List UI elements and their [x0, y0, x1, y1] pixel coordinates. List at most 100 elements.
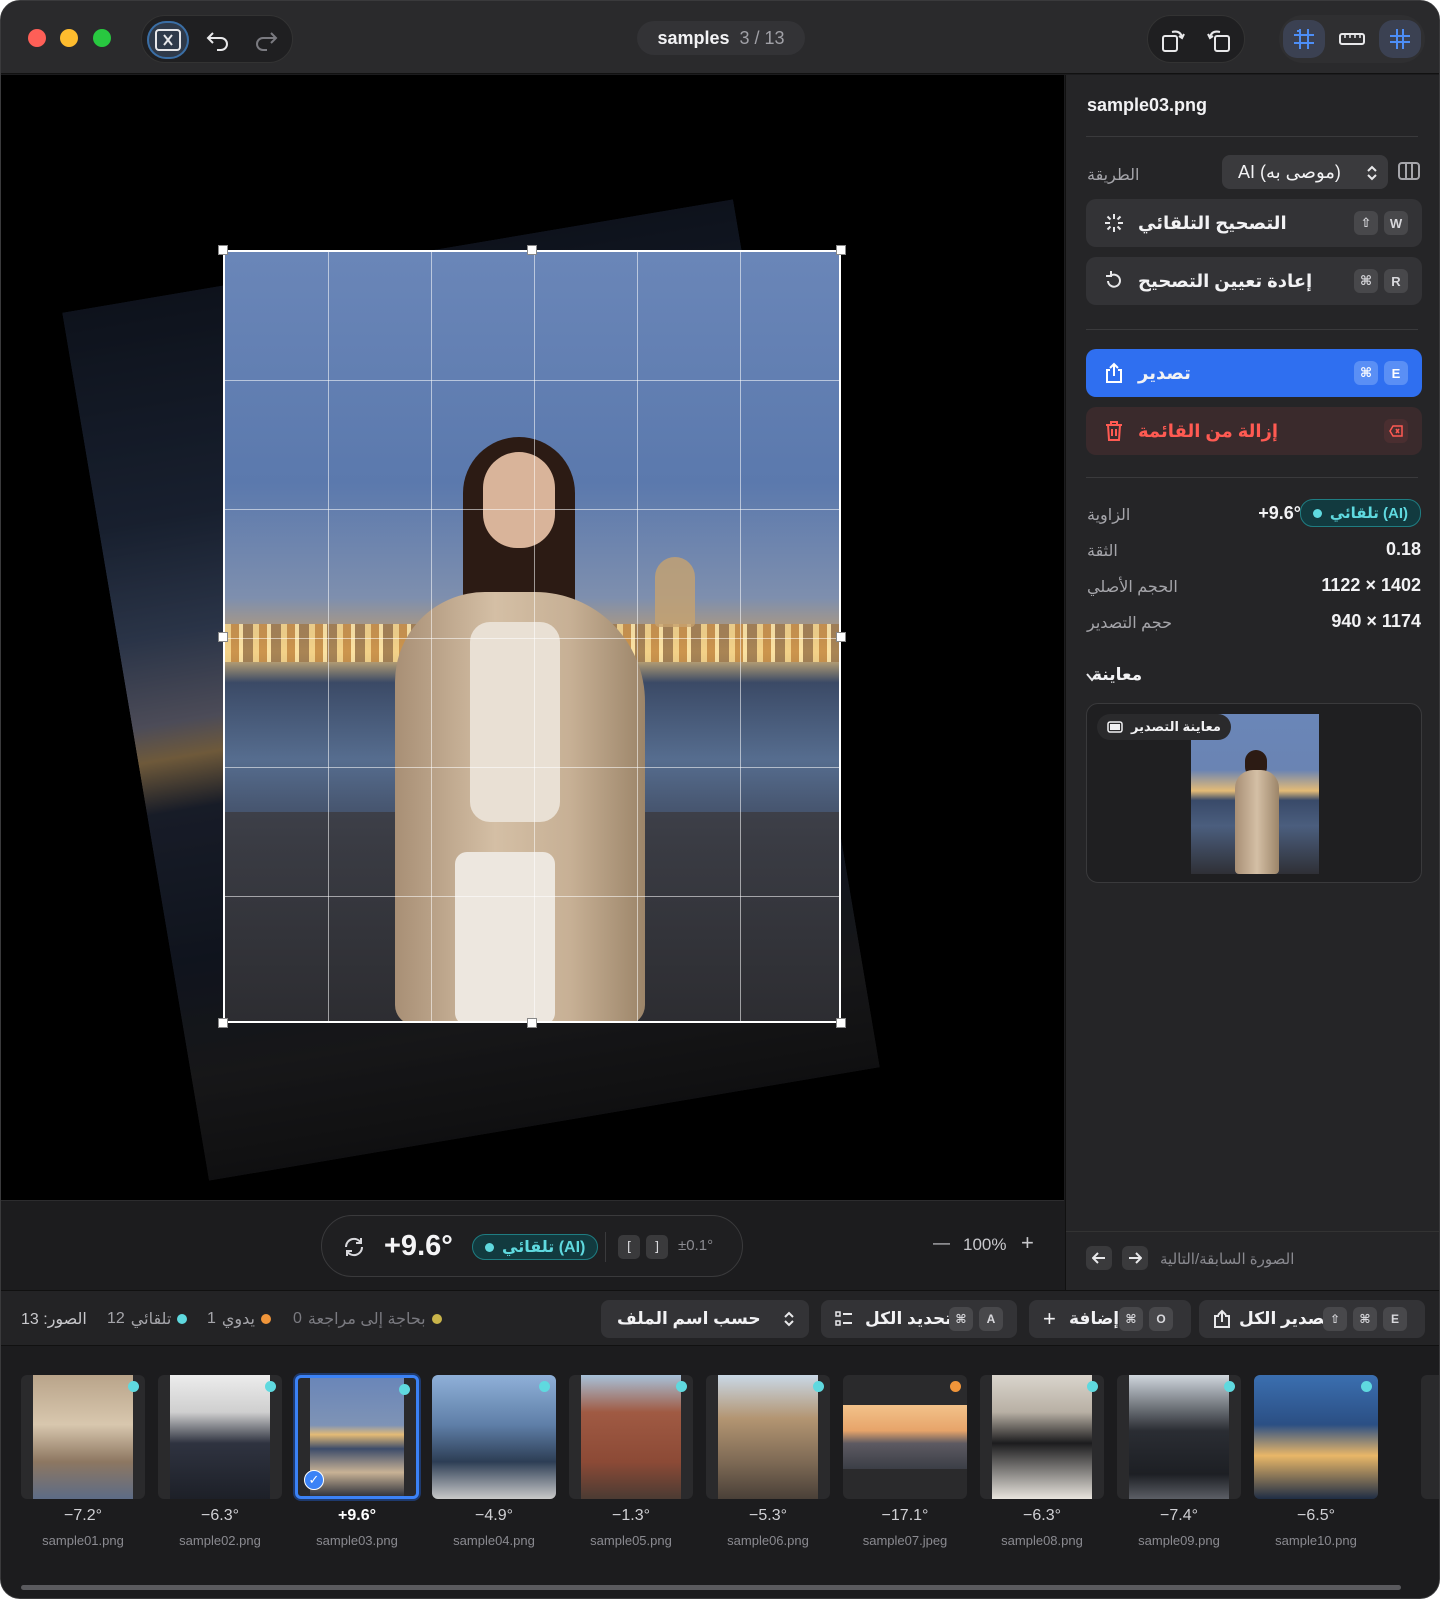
- thumbnail[interactable]: [21, 1375, 145, 1499]
- thumbnail[interactable]: [980, 1375, 1104, 1499]
- rotate-right-button[interactable]: [1198, 21, 1240, 59]
- sort-select[interactable]: حسب اسم الملف: [601, 1300, 809, 1338]
- redo-button[interactable]: [245, 21, 287, 59]
- crop-handle-bottom-right[interactable]: [836, 1018, 846, 1028]
- thumbnail[interactable]: [706, 1375, 830, 1499]
- reset-correction-button[interactable]: إعادة تعيين التصحيح ⌘ R: [1086, 257, 1422, 305]
- ruler-toggle[interactable]: [1331, 20, 1373, 58]
- export-button[interactable]: تصدير ⌘ E: [1086, 349, 1422, 397]
- undo-button[interactable]: [197, 21, 239, 59]
- navigation-hint: الصورة السابقة/التالية: [1160, 1251, 1295, 1268]
- previous-image-button[interactable]: [1086, 1246, 1112, 1270]
- export-all-button[interactable]: تصدير الكل ⇧ ⌘ E: [1199, 1300, 1425, 1338]
- auto-status-dot: [485, 1242, 494, 1252]
- photo-icon: [1107, 721, 1123, 733]
- images-count: الصور: 13: [21, 1311, 87, 1328]
- zoom-in-button[interactable]: +: [1021, 1230, 1034, 1256]
- original-size-label: الحجم الأصلي: [1087, 579, 1178, 596]
- zoom-level: 100%: [963, 1235, 1007, 1254]
- zoom-out-button[interactable]: —: [933, 1233, 950, 1253]
- crop-handle-top[interactable]: [527, 245, 537, 255]
- crop-handle-top-left[interactable]: [218, 245, 228, 255]
- auto-correct-button[interactable]: التصحيح التلقائي ⇧ W: [1086, 199, 1422, 247]
- add-images-button[interactable]: + إضافة ⌘ O: [1029, 1300, 1191, 1338]
- auto-stat: تلقائي 12: [107, 1309, 188, 1329]
- thumbnail-partial[interactable]: [1421, 1375, 1439, 1499]
- auto-status-dot: [399, 1384, 410, 1395]
- thumbnail[interactable]: [843, 1375, 967, 1499]
- reset-icon: [1102, 269, 1126, 293]
- auto-stat-count: 12: [107, 1310, 125, 1327]
- navigation-bar: الصورة السابقة/التالية: [1066, 1231, 1439, 1290]
- manual-status-dot: [950, 1381, 961, 1392]
- sort-value: حسب اسم الملف: [617, 1309, 761, 1328]
- auto-status-dot: [539, 1381, 550, 1392]
- angle-info-value: +9.6°: [1258, 503, 1301, 523]
- shortcut-key: ⌘: [1354, 361, 1378, 385]
- close-image-button[interactable]: [147, 21, 189, 59]
- crop-grid-line: [225, 380, 839, 381]
- x-square-icon: [155, 29, 181, 51]
- method-select[interactable]: AI (موصى به): [1222, 155, 1388, 189]
- thumbnail-image: [1129, 1375, 1229, 1499]
- thumbnail-filename: sample01.png: [42, 1533, 124, 1548]
- app-window: samples 3 / 13 +9.6° تلقائي (AI) [] ±0.…: [0, 0, 1440, 1599]
- shortcut-key: R: [1384, 269, 1408, 293]
- confidence-label: الثقة: [1087, 543, 1118, 560]
- crop-grid-line: [225, 509, 839, 510]
- zoom-window-button[interactable]: [93, 29, 111, 47]
- remove-from-list-button[interactable]: إزالة من القائمة: [1086, 407, 1422, 455]
- minimize-window-button[interactable]: [60, 29, 78, 47]
- shortcut-key: O: [1149, 1307, 1173, 1331]
- thumbnail-image: [170, 1375, 270, 1499]
- horizontal-scrollbar[interactable]: [21, 1585, 1401, 1590]
- add-images-label: إضافة: [1069, 1309, 1120, 1328]
- next-image-button[interactable]: [1122, 1246, 1148, 1270]
- nudge-left-key[interactable]: [: [618, 1235, 640, 1259]
- arrow-left-icon: [1092, 1252, 1105, 1264]
- image-canvas[interactable]: [1, 75, 1064, 1200]
- divider: [1086, 136, 1418, 137]
- rotate-right-icon: [1207, 30, 1230, 52]
- crop-grid-toggle[interactable]: [1283, 20, 1325, 58]
- checkmark-icon: ✓: [304, 1470, 324, 1490]
- remove-from-list-label: إزالة من القائمة: [1138, 420, 1279, 441]
- thumbnail[interactable]: [569, 1375, 693, 1499]
- original-size-value: 1122 × 1402: [1321, 575, 1421, 595]
- reset-angle-button[interactable]: [342, 1235, 366, 1264]
- nudge-right-key[interactable]: ]: [646, 1235, 668, 1259]
- crop-handle-bottom-left[interactable]: [218, 1018, 228, 1028]
- reset-correction-label: إعادة تعيين التصحيح: [1138, 270, 1313, 291]
- arrow-right-icon: [1129, 1252, 1142, 1264]
- select-all-button[interactable]: تحديد الكل ⌘ A: [821, 1300, 1017, 1338]
- preview-chip: معاينة التصدير: [1097, 714, 1231, 740]
- thumbnail[interactable]: [432, 1375, 556, 1499]
- thumbnail[interactable]: [1117, 1375, 1241, 1499]
- crop-handle-right[interactable]: [836, 632, 846, 642]
- thumbnail-image: [1254, 1375, 1378, 1499]
- thumbnail-angle: −6.3°: [201, 1507, 239, 1524]
- auto-status-dot: [1224, 1381, 1235, 1392]
- thumbnail-angle: −6.5°: [1297, 1507, 1335, 1524]
- thumbnail[interactable]: ✓: [295, 1375, 419, 1499]
- shortcut-key: ⌘: [1354, 269, 1378, 293]
- thumbnail-angle: −7.2°: [64, 1507, 102, 1524]
- thumbnail-image: [718, 1375, 818, 1499]
- thumbnail[interactable]: [1254, 1375, 1378, 1499]
- grid-overlay-toggle[interactable]: [1379, 20, 1421, 58]
- thumbnail-angle: −17.1°: [881, 1507, 929, 1524]
- compare-view-button[interactable]: [1398, 161, 1420, 186]
- thumbnail-filename: sample04.png: [453, 1533, 535, 1548]
- thumbnail-image: [310, 1378, 404, 1496]
- crop-handle-left[interactable]: [218, 632, 228, 642]
- rotate-left-button[interactable]: [1152, 21, 1194, 59]
- thumbnail-filename: sample07.jpeg: [862, 1533, 948, 1548]
- export-label: تصدير: [1138, 362, 1191, 383]
- crop-handle-top-right[interactable]: [836, 245, 846, 255]
- crop-region[interactable]: [223, 250, 841, 1023]
- folder-name: samples: [657, 27, 730, 48]
- crop-handle-bottom[interactable]: [527, 1018, 537, 1028]
- close-window-button[interactable]: [28, 29, 46, 47]
- thumbnail-image: [581, 1375, 681, 1499]
- thumbnail[interactable]: [158, 1375, 282, 1499]
